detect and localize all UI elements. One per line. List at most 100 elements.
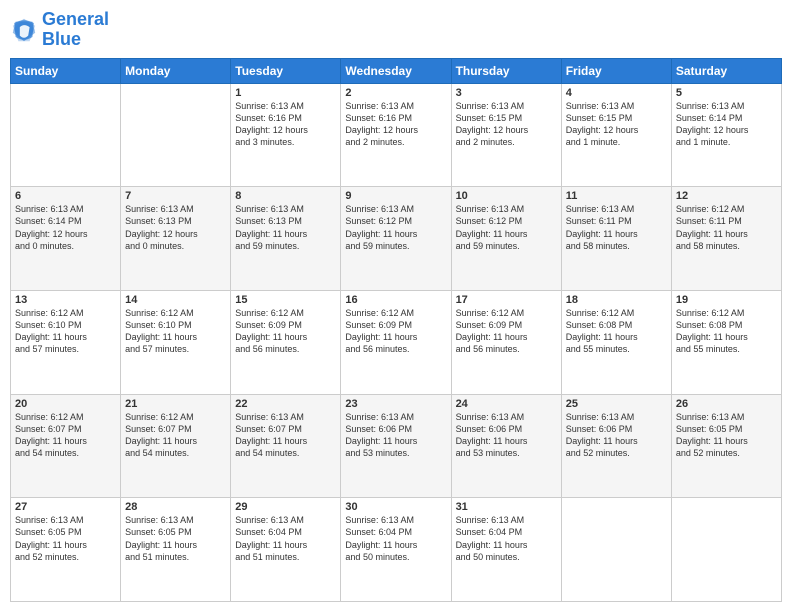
day-info: Sunrise: 6:12 AM Sunset: 6:07 PM Dayligh…: [125, 411, 226, 460]
calendar-week-row: 13Sunrise: 6:12 AM Sunset: 6:10 PM Dayli…: [11, 290, 782, 394]
day-info: Sunrise: 6:12 AM Sunset: 6:09 PM Dayligh…: [456, 307, 557, 356]
day-info: Sunrise: 6:13 AM Sunset: 6:05 PM Dayligh…: [676, 411, 777, 460]
day-info: Sunrise: 6:13 AM Sunset: 6:15 PM Dayligh…: [566, 100, 667, 149]
day-number: 16: [345, 294, 446, 306]
day-info: Sunrise: 6:12 AM Sunset: 6:09 PM Dayligh…: [345, 307, 446, 356]
day-info: Sunrise: 6:13 AM Sunset: 6:12 PM Dayligh…: [345, 203, 446, 252]
calendar-cell: [671, 498, 781, 602]
day-info: Sunrise: 6:13 AM Sunset: 6:16 PM Dayligh…: [235, 100, 336, 149]
day-number: 21: [125, 398, 226, 410]
calendar-header-row: SundayMondayTuesdayWednesdayThursdayFrid…: [11, 58, 782, 83]
calendar-cell: 12Sunrise: 6:12 AM Sunset: 6:11 PM Dayli…: [671, 187, 781, 291]
day-number: 19: [676, 294, 777, 306]
calendar-cell: 8Sunrise: 6:13 AM Sunset: 6:13 PM Daylig…: [231, 187, 341, 291]
day-info: Sunrise: 6:12 AM Sunset: 6:09 PM Dayligh…: [235, 307, 336, 356]
day-info: Sunrise: 6:12 AM Sunset: 6:10 PM Dayligh…: [15, 307, 116, 356]
day-number: 25: [566, 398, 667, 410]
logo-icon: [10, 16, 38, 44]
calendar-cell: 4Sunrise: 6:13 AM Sunset: 6:15 PM Daylig…: [561, 83, 671, 187]
day-number: 11: [566, 190, 667, 202]
calendar-cell: 3Sunrise: 6:13 AM Sunset: 6:15 PM Daylig…: [451, 83, 561, 187]
calendar-cell: 20Sunrise: 6:12 AM Sunset: 6:07 PM Dayli…: [11, 394, 121, 498]
day-number: 23: [345, 398, 446, 410]
calendar-cell: 1Sunrise: 6:13 AM Sunset: 6:16 PM Daylig…: [231, 83, 341, 187]
day-number: 7: [125, 190, 226, 202]
calendar-day-header: Wednesday: [341, 58, 451, 83]
calendar-week-row: 6Sunrise: 6:13 AM Sunset: 6:14 PM Daylig…: [11, 187, 782, 291]
day-info: Sunrise: 6:13 AM Sunset: 6:14 PM Dayligh…: [15, 203, 116, 252]
calendar-cell: 15Sunrise: 6:12 AM Sunset: 6:09 PM Dayli…: [231, 290, 341, 394]
calendar-cell: 25Sunrise: 6:13 AM Sunset: 6:06 PM Dayli…: [561, 394, 671, 498]
day-number: 5: [676, 87, 777, 99]
day-number: 26: [676, 398, 777, 410]
day-info: Sunrise: 6:12 AM Sunset: 6:11 PM Dayligh…: [676, 203, 777, 252]
calendar-cell: 14Sunrise: 6:12 AM Sunset: 6:10 PM Dayli…: [121, 290, 231, 394]
day-info: Sunrise: 6:13 AM Sunset: 6:05 PM Dayligh…: [15, 514, 116, 563]
calendar-cell: 21Sunrise: 6:12 AM Sunset: 6:07 PM Dayli…: [121, 394, 231, 498]
calendar-cell: 23Sunrise: 6:13 AM Sunset: 6:06 PM Dayli…: [341, 394, 451, 498]
calendar-day-header: Tuesday: [231, 58, 341, 83]
day-number: 14: [125, 294, 226, 306]
day-number: 4: [566, 87, 667, 99]
calendar-day-header: Monday: [121, 58, 231, 83]
calendar-cell: 6Sunrise: 6:13 AM Sunset: 6:14 PM Daylig…: [11, 187, 121, 291]
calendar-cell: 17Sunrise: 6:12 AM Sunset: 6:09 PM Dayli…: [451, 290, 561, 394]
day-number: 17: [456, 294, 557, 306]
day-info: Sunrise: 6:13 AM Sunset: 6:06 PM Dayligh…: [566, 411, 667, 460]
calendar-cell: 30Sunrise: 6:13 AM Sunset: 6:04 PM Dayli…: [341, 498, 451, 602]
day-info: Sunrise: 6:12 AM Sunset: 6:08 PM Dayligh…: [566, 307, 667, 356]
calendar-cell: 31Sunrise: 6:13 AM Sunset: 6:04 PM Dayli…: [451, 498, 561, 602]
day-number: 3: [456, 87, 557, 99]
calendar-cell: 16Sunrise: 6:12 AM Sunset: 6:09 PM Dayli…: [341, 290, 451, 394]
calendar-cell: [121, 83, 231, 187]
calendar-week-row: 27Sunrise: 6:13 AM Sunset: 6:05 PM Dayli…: [11, 498, 782, 602]
calendar-cell: 10Sunrise: 6:13 AM Sunset: 6:12 PM Dayli…: [451, 187, 561, 291]
day-info: Sunrise: 6:12 AM Sunset: 6:10 PM Dayligh…: [125, 307, 226, 356]
calendar-day-header: Thursday: [451, 58, 561, 83]
calendar-table: SundayMondayTuesdayWednesdayThursdayFrid…: [10, 58, 782, 602]
day-info: Sunrise: 6:13 AM Sunset: 6:13 PM Dayligh…: [235, 203, 336, 252]
day-info: Sunrise: 6:13 AM Sunset: 6:07 PM Dayligh…: [235, 411, 336, 460]
day-info: Sunrise: 6:13 AM Sunset: 6:14 PM Dayligh…: [676, 100, 777, 149]
day-number: 9: [345, 190, 446, 202]
calendar-day-header: Sunday: [11, 58, 121, 83]
day-number: 27: [15, 501, 116, 513]
day-info: Sunrise: 6:13 AM Sunset: 6:11 PM Dayligh…: [566, 203, 667, 252]
header: General Blue: [10, 10, 782, 50]
logo-text: General Blue: [42, 10, 109, 50]
day-number: 2: [345, 87, 446, 99]
calendar-cell: 13Sunrise: 6:12 AM Sunset: 6:10 PM Dayli…: [11, 290, 121, 394]
calendar-cell: 22Sunrise: 6:13 AM Sunset: 6:07 PM Dayli…: [231, 394, 341, 498]
day-number: 10: [456, 190, 557, 202]
day-number: 28: [125, 501, 226, 513]
calendar-cell: 5Sunrise: 6:13 AM Sunset: 6:14 PM Daylig…: [671, 83, 781, 187]
day-info: Sunrise: 6:13 AM Sunset: 6:04 PM Dayligh…: [235, 514, 336, 563]
calendar-cell: 29Sunrise: 6:13 AM Sunset: 6:04 PM Dayli…: [231, 498, 341, 602]
calendar-day-header: Saturday: [671, 58, 781, 83]
calendar-cell: 19Sunrise: 6:12 AM Sunset: 6:08 PM Dayli…: [671, 290, 781, 394]
day-info: Sunrise: 6:13 AM Sunset: 6:15 PM Dayligh…: [456, 100, 557, 149]
calendar-cell: 26Sunrise: 6:13 AM Sunset: 6:05 PM Dayli…: [671, 394, 781, 498]
calendar-cell: [11, 83, 121, 187]
day-info: Sunrise: 6:13 AM Sunset: 6:16 PM Dayligh…: [345, 100, 446, 149]
day-info: Sunrise: 6:13 AM Sunset: 6:06 PM Dayligh…: [456, 411, 557, 460]
day-info: Sunrise: 6:13 AM Sunset: 6:06 PM Dayligh…: [345, 411, 446, 460]
calendar-cell: 28Sunrise: 6:13 AM Sunset: 6:05 PM Dayli…: [121, 498, 231, 602]
day-info: Sunrise: 6:13 AM Sunset: 6:13 PM Dayligh…: [125, 203, 226, 252]
calendar-week-row: 20Sunrise: 6:12 AM Sunset: 6:07 PM Dayli…: [11, 394, 782, 498]
calendar-cell: 27Sunrise: 6:13 AM Sunset: 6:05 PM Dayli…: [11, 498, 121, 602]
page: General Blue SundayMondayTuesdayWednesda…: [0, 0, 792, 612]
day-number: 15: [235, 294, 336, 306]
day-info: Sunrise: 6:13 AM Sunset: 6:05 PM Dayligh…: [125, 514, 226, 563]
day-info: Sunrise: 6:13 AM Sunset: 6:04 PM Dayligh…: [456, 514, 557, 563]
day-number: 12: [676, 190, 777, 202]
day-number: 22: [235, 398, 336, 410]
calendar-cell: 9Sunrise: 6:13 AM Sunset: 6:12 PM Daylig…: [341, 187, 451, 291]
calendar-cell: 11Sunrise: 6:13 AM Sunset: 6:11 PM Dayli…: [561, 187, 671, 291]
day-number: 18: [566, 294, 667, 306]
calendar-day-header: Friday: [561, 58, 671, 83]
day-number: 6: [15, 190, 116, 202]
day-number: 24: [456, 398, 557, 410]
calendar-week-row: 1Sunrise: 6:13 AM Sunset: 6:16 PM Daylig…: [11, 83, 782, 187]
day-number: 1: [235, 87, 336, 99]
